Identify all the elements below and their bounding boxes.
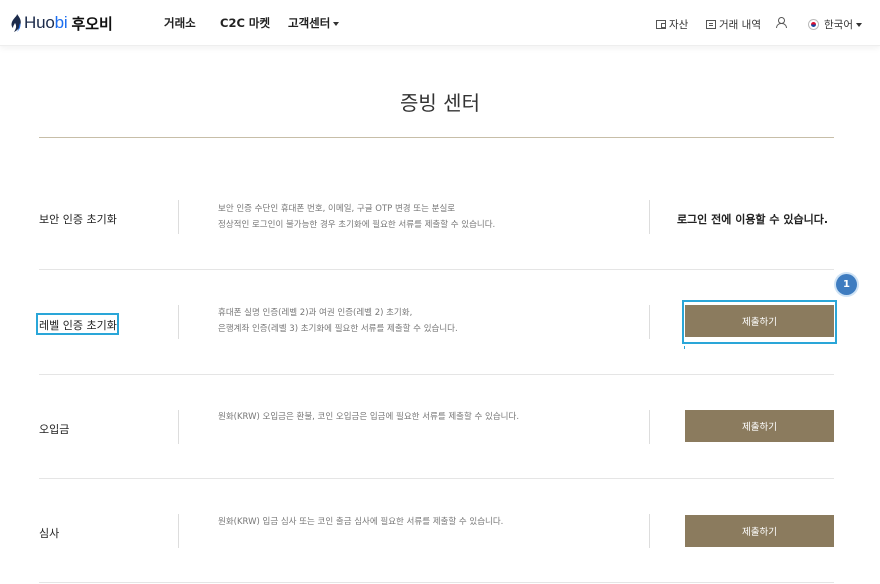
wallet-icon <box>656 20 666 29</box>
step-badge: 1 <box>836 274 857 295</box>
logo-wordmark: Huobi <box>24 13 68 32</box>
divider <box>178 305 179 339</box>
nav-exchange[interactable]: 거래소 <box>164 15 196 31</box>
korea-flag-icon <box>808 19 819 30</box>
nav-c2c-market[interactable]: C2C 마켓 <box>220 15 270 31</box>
divider <box>178 514 179 548</box>
divider <box>649 410 650 444</box>
highlight-box-label <box>36 313 119 335</box>
row-description: 원화(KRW) 입금 심사 또는 코인 출금 심사에 필요한 서류를 제출할 수… <box>218 517 504 527</box>
row-review: 심사 원화(KRW) 입금 심사 또는 코인 출금 심사에 필요한 서류를 제출… <box>39 479 834 583</box>
user-icon <box>776 17 787 28</box>
top-header: Huobi 후오비 거래소 C2C 마켓 고객센터 자산 거래 내역 한국어 <box>0 0 880 46</box>
row-description: 휴대폰 실명 인증(레벨 2)과 여권 인증(레벨 2) 초기화, 은행계좌 인… <box>218 308 458 334</box>
divider <box>178 410 179 444</box>
header-asset-link[interactable]: 자산 <box>656 17 688 32</box>
divider <box>649 305 650 339</box>
divider <box>649 200 650 234</box>
flame-logo-icon <box>11 13 21 32</box>
submit-button-review[interactable]: 제출하기 <box>685 515 834 547</box>
huobi-logo[interactable]: Huobi 후오비 <box>11 13 113 33</box>
user-account-button[interactable] <box>776 17 787 28</box>
row-wrong-deposit: 오입금 원화(KRW) 오입금은 환불, 코인 오입금은 입금에 필요한 서류를… <box>39 375 834 479</box>
highlight-box-button <box>682 300 837 344</box>
row-label: 오입금 <box>39 423 70 436</box>
row-divider <box>39 582 834 583</box>
language-selector[interactable]: 한국어 <box>808 17 862 32</box>
row-security-reset: 보안 인증 초기화 보안 인증 수단인 휴대폰 번호, 이메일, 구글 OTP … <box>39 166 834 270</box>
divider <box>178 200 179 234</box>
title-divider <box>39 137 834 138</box>
highlight-tick <box>684 346 685 349</box>
row-label: 심사 <box>39 527 60 540</box>
row-description: 보안 인증 수단인 휴대폰 번호, 이메일, 구글 OTP 변경 또는 분실로 … <box>218 204 496 230</box>
divider <box>649 514 650 548</box>
chevron-down-icon <box>333 21 340 26</box>
row-label: 보안 인증 초기화 <box>39 213 117 226</box>
logo-korean-name: 후오비 <box>71 14 113 33</box>
submit-button-wrong-deposit[interactable]: 제출하기 <box>685 410 834 442</box>
nav-customer-center[interactable]: 고객센터 <box>288 15 340 31</box>
page-title: 증빙 센터 <box>400 91 480 115</box>
header-orders-link[interactable]: 거래 내역 <box>706 17 761 32</box>
login-note: 로그인 전에 이용할 수 있습니다. <box>676 213 828 226</box>
row-description: 원화(KRW) 오입금은 환불, 코인 오입금은 입금에 필요한 서류를 제출할… <box>218 412 520 422</box>
chevron-down-icon <box>855 22 862 27</box>
list-icon <box>706 20 716 29</box>
